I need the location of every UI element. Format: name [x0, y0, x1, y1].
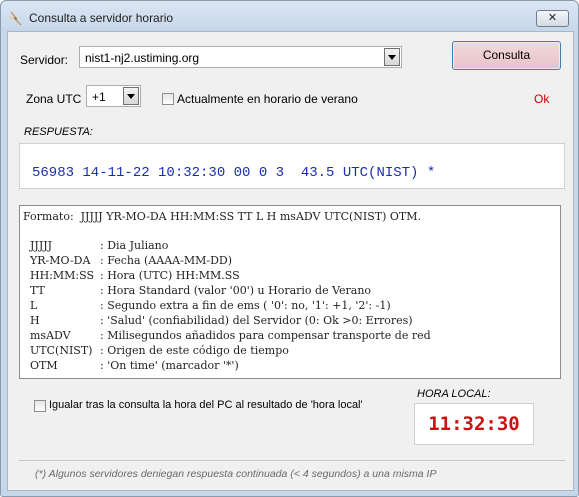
legend-row: HH:MM:SS: Hora (UTC) HH:MM.SS — [30, 269, 240, 282]
legend-row: YR-MO-DA: Fecha (AAAA-MM-DD) — [30, 254, 232, 267]
client-area: Servidor: nist1-nj2.ustiming.org Consult… — [7, 31, 574, 491]
query-button[interactable]: Consulta — [452, 41, 561, 70]
sync-pc-time-label: Igualar tras la consulta la hora del PC … — [49, 399, 363, 411]
title-bar[interactable]: Consulta a servidor horario ✕ — [1, 1, 578, 35]
legend-row: L: Segundo extra a fin de ems ( '0': no,… — [30, 299, 391, 312]
server-dropdown-button[interactable] — [384, 48, 400, 66]
close-icon: ✕ — [547, 12, 558, 24]
local-time-label: HORA LOCAL: — [417, 388, 491, 400]
footer: (*) Algunos servidores deniegan respuest… — [19, 460, 565, 484]
zone-combobox[interactable]: +1 — [86, 85, 141, 107]
format-header: Formato: JJJJJ YR-MO-DA HH:MM:SS TT L H … — [23, 210, 422, 223]
sync-pc-time-checkbox[interactable] — [34, 400, 46, 412]
server-combobox[interactable]: nist1-nj2.ustiming.org — [79, 46, 402, 68]
chevron-down-icon — [388, 55, 396, 60]
legend-row: UTC(NIST): Origen de este código de tiem… — [30, 344, 289, 357]
zone-value: +1 — [92, 90, 106, 104]
close-button[interactable]: ✕ — [536, 10, 569, 27]
summer-time-label: Actualmente en horario de verano — [177, 92, 358, 106]
app-window: Consulta a servidor horario ✕ Servidor: … — [0, 0, 579, 497]
format-description[interactable]: Formato: JJJJJ YR-MO-DA HH:MM:SS TT L H … — [19, 205, 561, 379]
chevron-down-icon — [127, 94, 135, 99]
summer-time-checkbox[interactable] — [162, 93, 174, 105]
legend-row: JJJJJ: Dia Juliano — [30, 239, 169, 252]
server-value: nist1-nj2.ustiming.org — [85, 51, 200, 65]
legend-row: H: 'Salud' (confiabilidad) del Servidor … — [30, 314, 413, 327]
response-display: 56983 14-11-22 10:32:30 00 0 3 43.5 UTC(… — [19, 143, 565, 189]
legend-row: msADV: Milisegundos añadidos para compen… — [30, 329, 431, 342]
status-text: Ok — [534, 92, 550, 106]
legend-row: TT: Hora Standard (valor '00') u Horario… — [30, 284, 372, 297]
local-time-display: 11:32:30 — [414, 403, 534, 445]
response-label: RESPUESTA: — [24, 126, 93, 138]
response-text: 56983 14-11-22 10:32:30 00 0 3 43.5 UTC(… — [32, 165, 436, 181]
zone-dropdown-button[interactable] — [123, 87, 139, 105]
lightning-app-icon — [8, 10, 24, 26]
local-time-value: 11:32:30 — [428, 413, 520, 435]
footer-note: (*) Algunos servidores deniegan respuest… — [35, 468, 437, 480]
server-label: Servidor: — [20, 53, 69, 67]
legend-row: OTM: 'On time' (marcador '*') — [30, 359, 239, 372]
zone-label: Zona UTC — [26, 92, 82, 106]
window-title: Consulta a servidor horario — [29, 11, 174, 25]
